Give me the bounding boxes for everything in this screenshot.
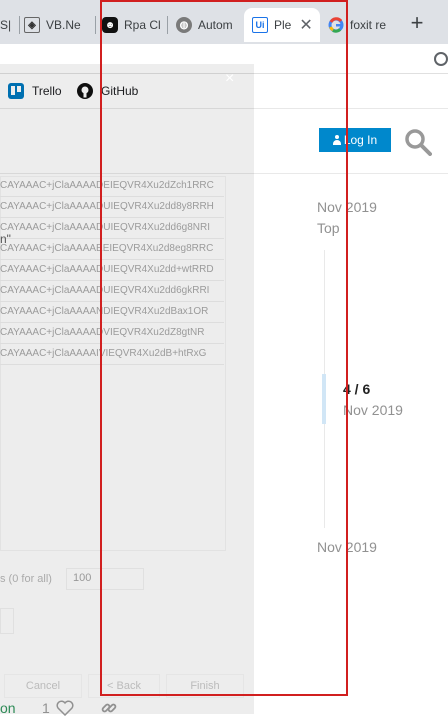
post-quote-fragment: n": [0, 232, 11, 246]
vb-icon: ◈: [24, 17, 40, 33]
extension-icon[interactable]: [434, 52, 448, 66]
dialog-small-box[interactable]: [0, 608, 14, 634]
login-button[interactable]: Log In: [319, 128, 391, 152]
dialog-line: CAYAAAC+jClaAAAADUIEQVR4Xu2dd8y8RRH: [0, 197, 224, 218]
search-icon[interactable]: [404, 128, 432, 156]
tab-1-label: S|: [0, 18, 12, 32]
tab-6-label: foxit re: [350, 18, 387, 32]
login-label: Log In: [343, 133, 378, 147]
max-results-label: s (0 for all): [0, 573, 52, 585]
link-icon[interactable]: [100, 699, 118, 721]
tab-6[interactable]: foxit re: [324, 8, 396, 42]
dialog-line: CAYAAAC+jClaAAAAIVIEQVR4Xu2dB+htRxG: [0, 344, 224, 365]
dialog-line: CAYAAAC+jClaAAAANDIEQVR4Xu2dBax1OR: [0, 302, 224, 323]
timeline-position-date: Nov 2019: [343, 402, 403, 418]
globe-icon: ◍: [176, 17, 192, 33]
cancel-button[interactable]: Cancel: [4, 674, 82, 698]
tab-strip: S| ◈ VB.Ne ☻ Rpa Cl ◍ Autom Ui Ple ✕ fox…: [0, 0, 448, 44]
tab-4-label: Autom: [198, 18, 233, 32]
dialog-line: CAYAAAC+jClaAAAADEIEQVR4Xu2dZch1RRC: [0, 176, 224, 197]
tab-5-label: Ple: [274, 18, 292, 32]
timeline-position: 4 / 6: [343, 381, 371, 397]
dialog-line: CAYAAAC+jClaAAAADUIEQVR4Xu2dd6gkRRI: [0, 281, 224, 302]
google-icon: [328, 17, 344, 33]
robot-icon: ☻: [102, 17, 118, 33]
timeline-top-date[interactable]: Nov 2019: [317, 199, 377, 215]
browser-window: { "tabs": [ {"label": "S|", "icon": "gen…: [0, 0, 448, 721]
close-tab-icon[interactable]: ✕: [299, 15, 312, 35]
dialog-text-lines: CAYAAAC+jClaAAAADEIEQVR4Xu2dZch1RRC CAYA…: [0, 176, 224, 365]
tab-3-label: Rpa Cl: [124, 18, 161, 32]
timeline-handle[interactable]: [322, 374, 326, 424]
timeline-bottom-date[interactable]: Nov 2019: [317, 539, 377, 555]
dialog-line: CAYAAAC+jClaAAAAEEIEQVR4Xu2d8eg8RRC: [0, 239, 224, 260]
dialog-close-icon[interactable]: ×: [225, 70, 234, 88]
timeline-top-link[interactable]: Top: [317, 220, 340, 236]
max-results-input[interactable]: 100: [66, 568, 144, 590]
like-button[interactable]: 1: [42, 700, 74, 716]
heart-icon: [56, 700, 74, 716]
tab-3[interactable]: ☻ Rpa Cl: [102, 8, 168, 42]
new-tab-button[interactable]: +: [405, 12, 429, 36]
tab-1[interactable]: S|: [0, 8, 20, 42]
tab-2[interactable]: ◈ VB.Ne: [24, 8, 96, 42]
finish-button[interactable]: Finish: [166, 674, 244, 698]
user-icon: [332, 135, 341, 145]
dialog-line: CAYAAAC+jClaAAAADUIEQVR4Xu2dd+wtRRD: [0, 260, 224, 281]
solution-text: on: [0, 700, 16, 716]
back-button[interactable]: < Back: [88, 674, 160, 698]
dialog-line: CAYAAAC+jClaAAAADUIEQVR4Xu2dd6g8NRI: [0, 218, 224, 239]
tab-4[interactable]: ◍ Autom: [176, 8, 242, 42]
dialog-line: CAYAAAC+jClaAAAADVIEQVR4Xu2dZ8gtNR: [0, 323, 224, 344]
like-count: 1: [42, 700, 50, 716]
tab-5-active[interactable]: Ui Ple ✕: [244, 8, 320, 42]
tab-2-label: VB.Ne: [46, 18, 81, 32]
uipath-icon: Ui: [252, 17, 268, 33]
